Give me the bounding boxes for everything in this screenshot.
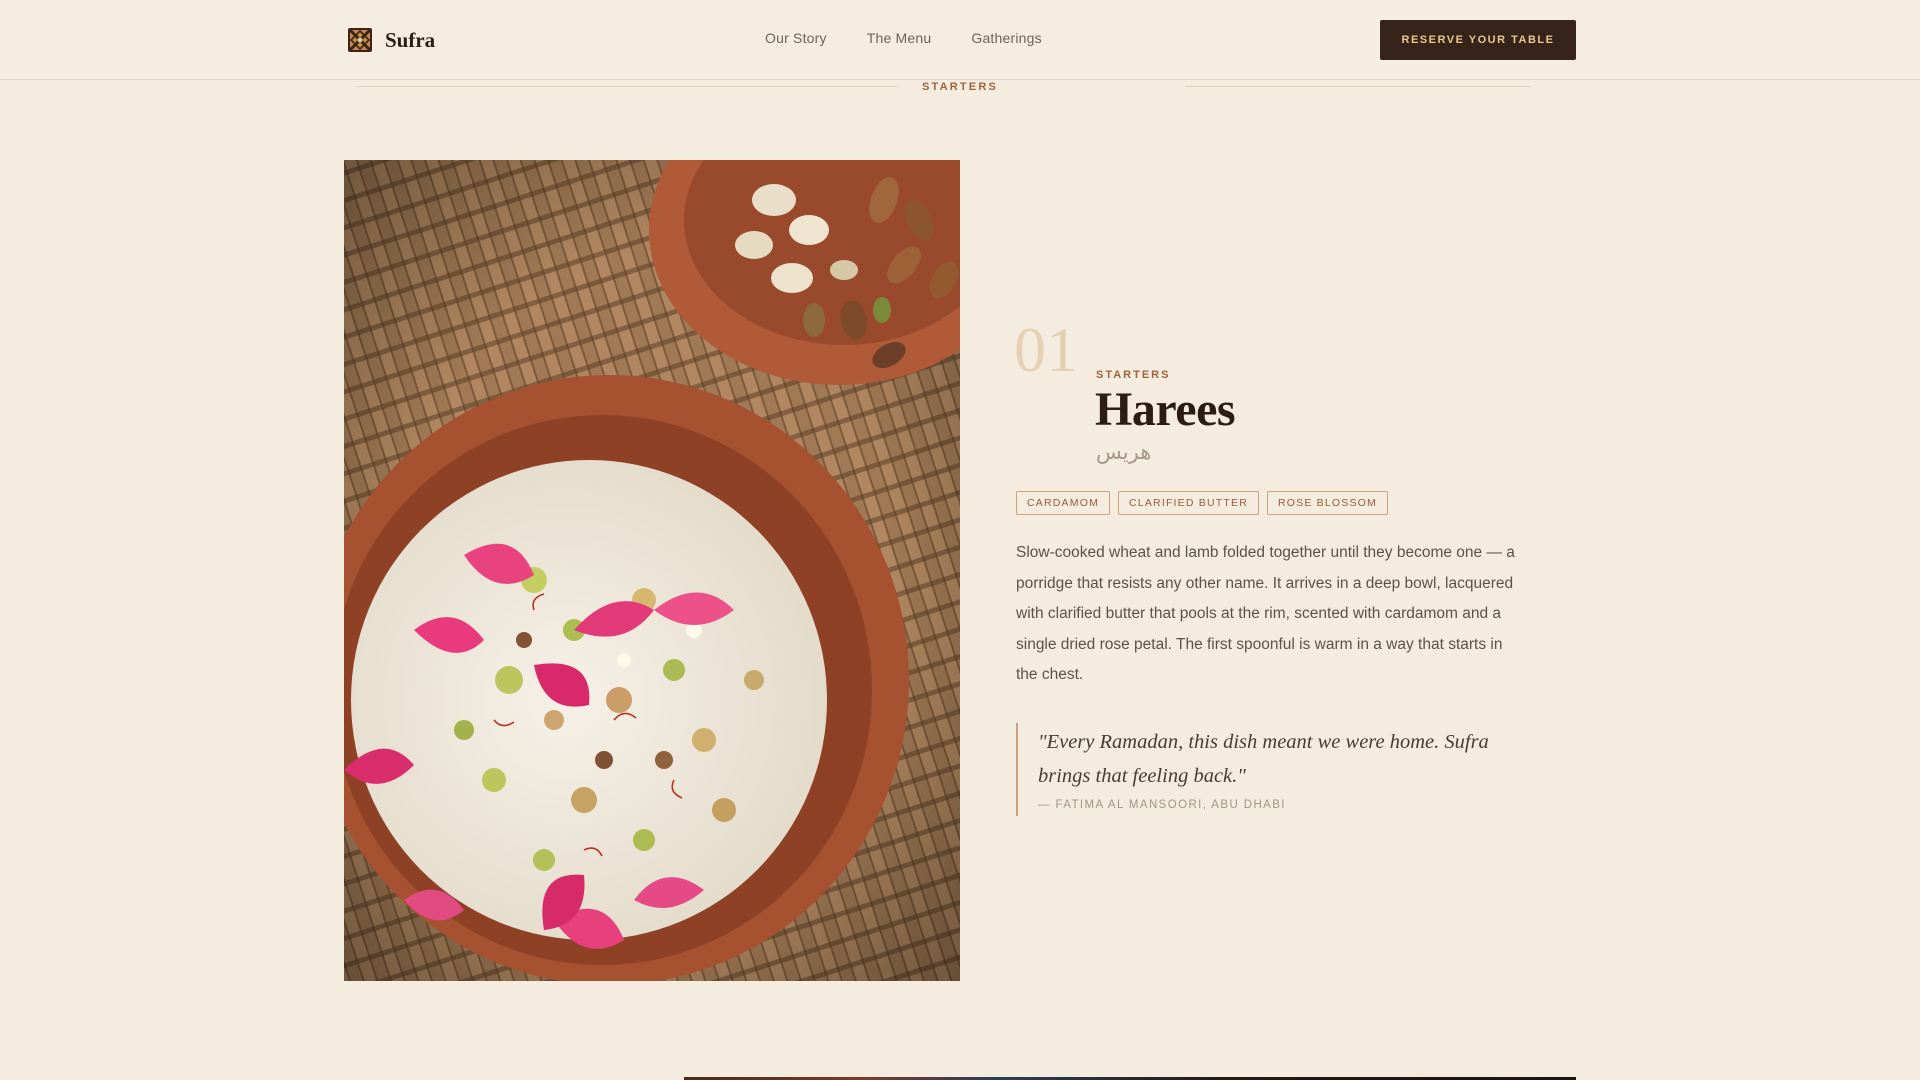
nav-our-story[interactable]: Our Story xyxy=(765,30,827,46)
ingredient-tags: CARDAMOM CLARIFIED BUTTER ROSE BLOSSOM xyxy=(1016,491,1388,515)
quote-author: — FATIMA AL MANSOORI, ABU DHABI xyxy=(1038,799,1286,811)
testimonial-quote: "Every Ramadan, this dish meant we were … xyxy=(1016,723,1526,816)
ingredient-tag: ROSE BLOSSOM xyxy=(1266,491,1388,515)
dish-number: 01 xyxy=(1014,314,1078,385)
main-nav: Our Story The Menu Gatherings xyxy=(765,30,1042,46)
dish-title: Harees xyxy=(1095,383,1236,436)
dish-category: STARTERS xyxy=(1096,369,1171,381)
nav-the-menu[interactable]: The Menu xyxy=(867,30,932,46)
reserve-table-button[interactable]: RESERVE YOUR TABLE xyxy=(1380,20,1576,60)
site-header: Sufra Our Story The Menu Gatherings RESE… xyxy=(0,0,1920,80)
harees-bowl-image xyxy=(344,160,960,981)
section-label: STARTERS xyxy=(921,81,999,93)
dish-description: Slow-cooked wheat and lamb folded togeth… xyxy=(1016,544,1515,683)
nav-gatherings[interactable]: Gatherings xyxy=(971,30,1041,46)
sufra-pattern-logo-icon xyxy=(348,28,372,52)
dish-arabic-name: هريس xyxy=(1096,440,1152,464)
brand-name: Sufra xyxy=(385,27,436,52)
quote-text: "Every Ramadan, this dish meant we were … xyxy=(1038,731,1489,787)
ingredient-tag: CLARIFIED BUTTER xyxy=(1118,491,1259,515)
dish-photo xyxy=(344,160,960,981)
brand-logo[interactable]: Sufra xyxy=(347,26,435,54)
ingredient-tag: CARDAMOM xyxy=(1016,491,1111,515)
